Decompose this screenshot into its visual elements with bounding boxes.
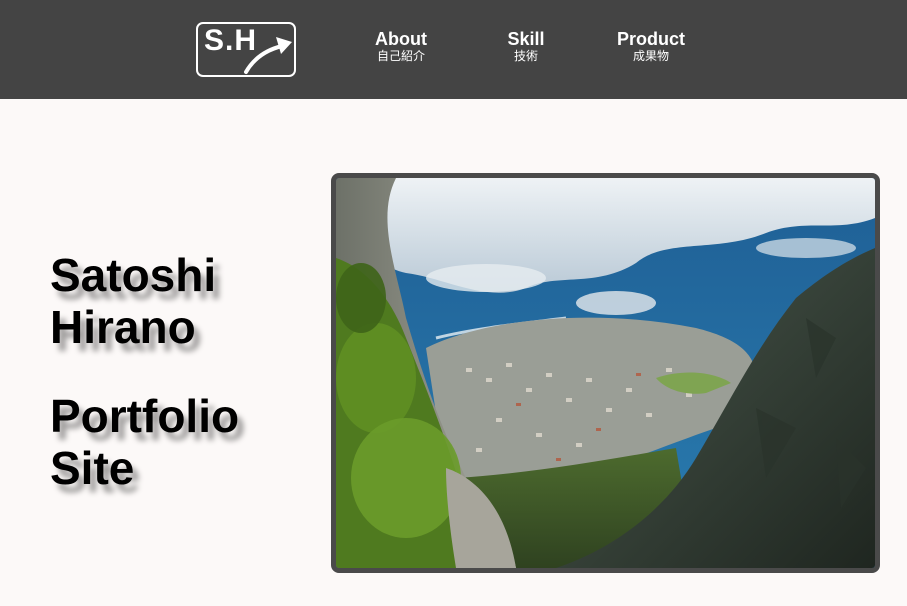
site-header: S.H About 自己紹介 Skill 技術 Product 成果物 [0,0,907,99]
nav-skill-label: Skill [507,29,545,49]
hero-photo [331,173,880,573]
nav-about-label: About [375,29,427,49]
nav-item-about[interactable]: About 自己紹介 [362,29,440,63]
nav-item-skill[interactable]: Skill 技術 [494,29,558,63]
nav-about-sublabel: 自己紹介 [376,49,425,63]
landscape-photo [336,178,875,568]
nav-item-product[interactable]: Product 成果物 [604,29,698,63]
hero-site-line2: Site [50,442,135,494]
nav-skill-sublabel: 技術 [513,49,538,63]
hero-name-line2: Hirano [50,301,196,353]
arrow-up-right-icon [244,37,292,74]
site-logo[interactable]: S.H [196,22,296,77]
hero-site-line1: Portfolio [50,390,240,442]
hero-name-line1: Satoshi [50,249,217,301]
hero-site-title: Portfolio Site [50,390,239,494]
nav-product-label: Product [616,29,685,49]
nav-product-sublabel: 成果物 [632,49,669,63]
hero-name-title: Satoshi Hirano [50,249,216,353]
